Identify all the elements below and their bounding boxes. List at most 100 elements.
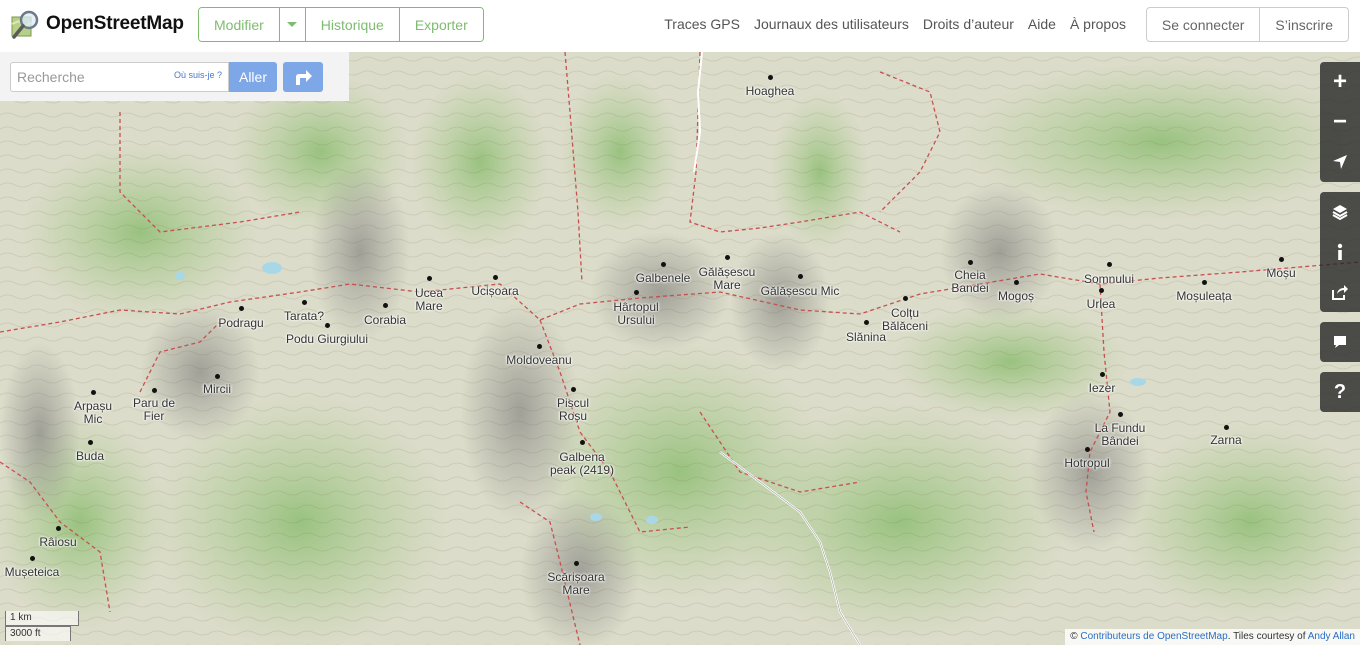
place-label: Mogoș — [997, 289, 1035, 303]
layers-button[interactable] — [1320, 192, 1360, 232]
place-label: Paru de Fier — [132, 396, 176, 423]
attribution-tiles-link[interactable]: Andy Allan — [1308, 631, 1355, 642]
nav-gps-traces[interactable]: Traces GPS — [664, 16, 740, 32]
nav-user-diaries[interactable]: Journaux des utilisateurs — [754, 16, 909, 32]
plus-icon: + — [1332, 68, 1347, 95]
comment-icon — [1334, 336, 1346, 348]
place-label: Ucea Mare — [414, 286, 443, 313]
place-label: Hotropul — [1064, 456, 1110, 470]
locate-arrow-icon — [1333, 155, 1347, 169]
peak-marker — [767, 74, 773, 80]
signup-button[interactable]: S’inscrire — [1260, 8, 1348, 41]
place-label: Podragu — [218, 316, 264, 330]
zoom-controls: + − — [1320, 62, 1360, 182]
share-button[interactable] — [1320, 272, 1360, 312]
layers-icon — [1332, 205, 1348, 221]
map-canvas[interactable]: Où suis-je ? Aller + − — [0, 52, 1360, 645]
place-label: Moșuleața — [1176, 289, 1232, 303]
header: OpenStreetMap Modifier Historique Export… — [0, 0, 1360, 52]
place-label: Hoaghea — [745, 84, 795, 98]
where-am-i-link[interactable]: Où suis-je ? — [174, 70, 222, 80]
login-button[interactable]: Se connecter — [1147, 8, 1261, 41]
place-label: Scărișoara Mare — [547, 570, 605, 597]
history-button[interactable]: Historique — [305, 8, 400, 41]
place-label: Corabia — [363, 313, 407, 327]
place-label: Galbenele — [635, 271, 691, 285]
info-icon — [1337, 243, 1343, 260]
place-label: Hârtopul Ursului — [613, 300, 659, 327]
minus-icon: − — [1332, 108, 1347, 135]
place-label: Mircii — [203, 382, 231, 396]
place-label: Ucișoara — [471, 284, 519, 298]
peak-marker — [1223, 424, 1229, 430]
peak-marker — [426, 275, 432, 281]
peak-marker — [902, 295, 908, 301]
nav-copyright[interactable]: Droits d’auteur — [923, 16, 1014, 32]
peak-marker — [87, 439, 93, 445]
question-icon: ? — [1333, 380, 1347, 403]
edit-button[interactable]: Modifier — [199, 8, 280, 41]
nav-about[interactable]: À propos — [1070, 16, 1126, 32]
directions-arrow-icon — [296, 70, 312, 85]
place-label: Galbena peak (2419) — [549, 450, 615, 477]
logo-text: OpenStreetMap — [46, 13, 184, 34]
map-key-button[interactable] — [1320, 232, 1360, 272]
osm-magnifier-logo-icon — [11, 10, 39, 39]
layer-controls — [1320, 192, 1360, 312]
attribution-middle: . Tiles courtesy of — [1227, 631, 1308, 642]
nav-help[interactable]: Aide — [1028, 16, 1056, 32]
map-attribution: © Contributeurs de OpenStreetMap. Tiles … — [1065, 629, 1360, 645]
search-input[interactable] — [11, 63, 161, 91]
edit-button-group: Modifier Historique Exporter — [198, 7, 484, 42]
edit-dropdown-button[interactable] — [279, 8, 306, 41]
search-go-button[interactable]: Aller — [229, 62, 277, 92]
auth-button-group: Se connecter S’inscrire — [1145, 7, 1349, 42]
peak-marker — [1013, 279, 1019, 285]
peak-marker — [1278, 256, 1284, 262]
scale-bar: 1 km 3000 ft — [5, 611, 79, 641]
peak-marker — [797, 273, 803, 279]
peak-marker — [573, 560, 579, 566]
place-label: La Fundu Bândei — [1094, 421, 1146, 448]
peak-marker — [863, 319, 869, 325]
attribution-osm-link[interactable]: Contributeurs de OpenStreetMap — [1080, 631, 1227, 642]
place-label: Gălășescu Mic — [760, 284, 840, 298]
peak-marker — [492, 274, 498, 280]
peak-marker — [1098, 287, 1104, 293]
primary-nav: Traces GPS Journaux des utilisateurs Dro… — [664, 16, 1126, 32]
export-button[interactable]: Exporter — [399, 8, 483, 41]
peak-marker — [382, 302, 388, 308]
place-label: Gălășescu Mare — [698, 265, 756, 292]
zoom-out-button[interactable]: − — [1320, 102, 1360, 142]
peak-marker — [55, 525, 61, 531]
chevron-down-icon — [287, 22, 298, 27]
logo[interactable]: OpenStreetMap — [10, 8, 184, 40]
peak-marker — [724, 254, 730, 260]
share-icon — [1332, 285, 1348, 300]
place-label: Iezer — [1088, 381, 1116, 395]
directions-button[interactable] — [283, 62, 323, 92]
peak-marker — [1099, 371, 1105, 377]
peak-marker — [29, 555, 35, 561]
locate-button[interactable] — [1320, 142, 1360, 182]
add-note-button[interactable] — [1320, 322, 1360, 362]
peak-marker — [1117, 411, 1123, 417]
place-label: Arpașu Mic — [73, 399, 113, 426]
peak-marker — [90, 389, 96, 395]
peak-marker — [301, 299, 307, 305]
scale-imperial: 3000 ft — [5, 626, 71, 641]
zoom-in-button[interactable]: + — [1320, 62, 1360, 102]
peak-marker — [570, 386, 576, 392]
place-label: Buda — [75, 449, 105, 463]
peak-marker — [536, 343, 542, 349]
place-label: Zarna — [1210, 433, 1242, 447]
place-label: Moldoveanu — [506, 353, 572, 367]
search-panel: Où suis-je ? Aller — [0, 52, 349, 101]
search-box: Où suis-je ? — [10, 62, 229, 92]
peak-marker — [1084, 446, 1090, 452]
query-features-button[interactable]: ? — [1320, 372, 1360, 412]
place-label: Colțu Bălăceni — [881, 306, 929, 333]
peak-marker — [633, 289, 639, 295]
peak-marker — [238, 305, 244, 311]
terrain-background — [0, 52, 1360, 645]
